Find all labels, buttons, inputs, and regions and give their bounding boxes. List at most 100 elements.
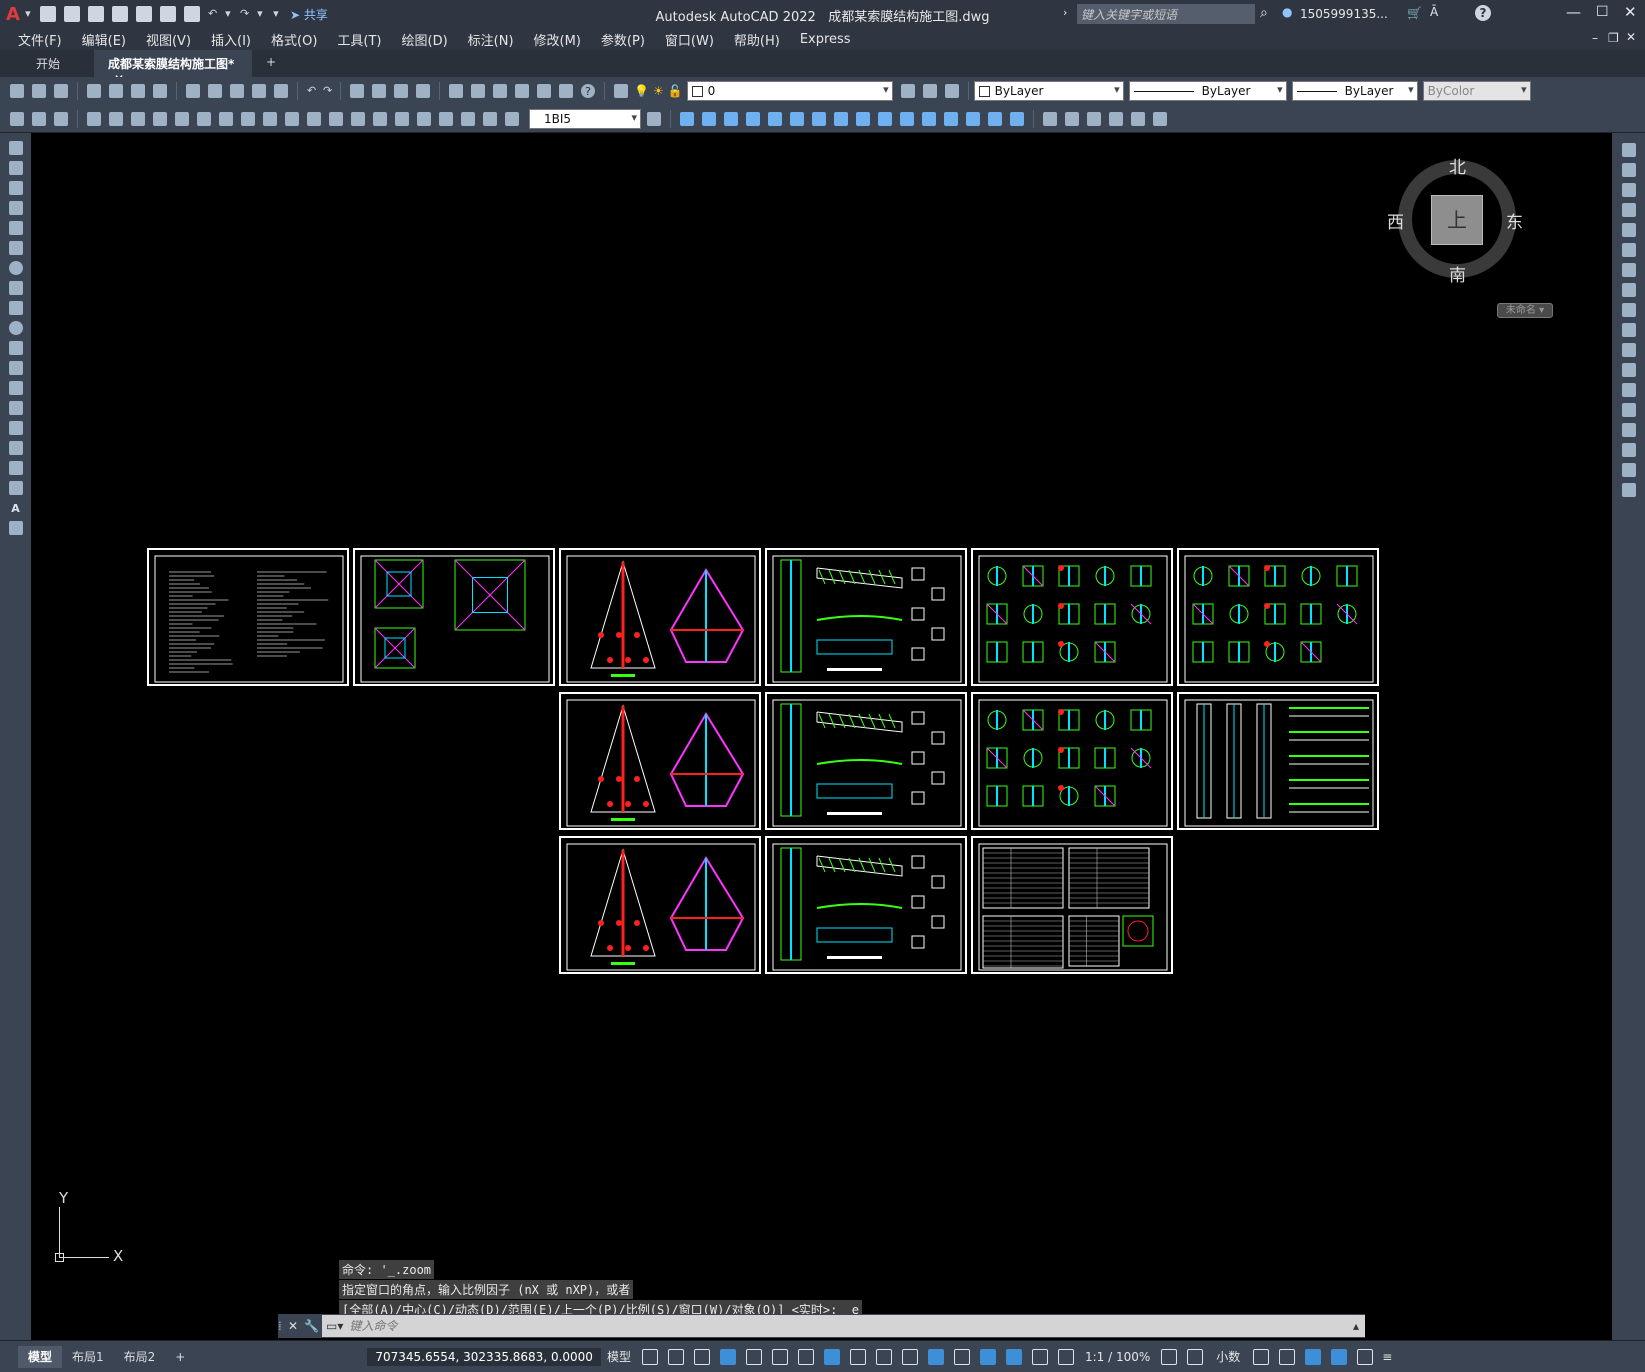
stretch-icon[interactable] [1621,303,1636,317]
menu-tools[interactable]: 工具(T) [327,30,391,49]
menu-help[interactable]: 帮助(H) [724,30,790,49]
grid-icon[interactable] [641,1348,658,1365]
preview-icon[interactable] [109,84,123,98]
explode-icon[interactable] [1010,111,1024,126]
drawing-sheet[interactable] [765,836,967,974]
annotation-visibility-icon[interactable] [1031,1348,1048,1365]
break-at-point-icon[interactable] [1621,363,1636,377]
jogged-linear-icon[interactable] [439,111,453,126]
jogged-dim-icon[interactable] [197,111,211,126]
isolate-objects-icon[interactable] [1305,1348,1322,1365]
tolerance-icon[interactable] [373,111,387,126]
pan-icon[interactable] [350,84,364,98]
inspection-icon[interactable] [417,111,431,126]
ellipse-arc-icon[interactable] [8,341,23,355]
customize-qat-icon[interactable]: ▾ [272,6,280,22]
search-input[interactable]: 键入关键字或短语 [1077,4,1255,24]
add-selected-icon[interactable] [8,521,23,535]
array-icon[interactable] [1621,223,1636,237]
properties-icon[interactable] [449,84,463,98]
linetype-combo[interactable]: ByLayer [1128,81,1287,101]
drawing-sheet[interactable] [971,692,1173,830]
drawing-sheet[interactable] [1177,692,1379,830]
tab-layout1[interactable]: 布局1 [62,1346,114,1368]
menu-dimension[interactable]: 标注(N) [458,30,524,49]
spline-icon[interactable] [8,301,23,315]
tool-palettes-icon[interactable] [493,84,507,98]
dimstyle-manager-icon[interactable] [647,111,661,126]
color-combo[interactable]: ByLayer [973,81,1124,101]
3d-print-icon[interactable] [153,84,167,98]
close-button[interactable]: ✕ [1624,3,1637,21]
viewcube-east[interactable]: 东 [1506,208,1523,233]
doc-minimize-button[interactable]: – [1592,31,1598,45]
menu-parametric[interactable]: 参数(P) [591,30,655,49]
menu-modify[interactable]: 修改(M) [524,30,591,49]
sheet-set-icon[interactable] [515,84,529,98]
continue-dim-icon[interactable] [307,111,321,126]
line-icon[interactable] [8,141,23,155]
move-icon[interactable] [790,111,804,126]
extend-icon[interactable] [900,111,914,126]
construction-line-icon[interactable] [8,161,23,175]
menu-express[interactable]: Express [790,32,861,47]
lineweight-icon[interactable] [849,1348,866,1365]
redo-icon[interactable]: ↷ [240,6,249,22]
infer-constraints-icon[interactable] [693,1348,710,1365]
center-mark-icon[interactable] [395,111,409,126]
annotation-scale[interactable]: 1:1 / 100% [1085,1350,1150,1364]
zoom-previous-icon[interactable] [416,84,430,98]
diameter-dim-icon[interactable] [219,111,233,126]
clean-screen-icon[interactable] [1357,1348,1374,1365]
command-close-icon[interactable]: ✕ [288,1319,304,1333]
osnap-icon[interactable] [823,1348,840,1365]
dim-update-icon[interactable] [505,111,519,126]
viewcube-west[interactable]: 西 [1387,208,1404,233]
autodesk-app-icon[interactable]: Ā [1430,5,1438,19]
ungroup-icon[interactable] [1087,111,1101,126]
wcs-menu[interactable]: 未命名 ▾ [1497,303,1553,318]
copy-icon[interactable] [208,84,222,98]
selection-cycling-icon[interactable] [901,1348,918,1365]
table-icon[interactable] [8,481,23,495]
chamfer-icon[interactable] [966,111,980,126]
region-icon[interactable] [8,461,23,475]
drawing-sheet[interactable] [353,548,555,686]
viewcube-top-face[interactable]: 上 [1431,195,1483,245]
linear-dim-icon[interactable] [87,111,101,126]
layer-properties-icon[interactable] [614,84,628,98]
dim-text-edit-icon[interactable] [483,111,497,126]
hardware-acceleration-icon[interactable] [1331,1348,1348,1365]
drawing-sheet[interactable] [559,836,761,974]
search-expand-icon[interactable]: › [1063,6,1067,19]
3d-osnap-icon[interactable] [927,1348,944,1365]
quick-properties-icon[interactable] [1253,1348,1270,1365]
save-icon[interactable] [54,84,68,98]
scale-icon[interactable] [1621,283,1636,297]
fillet-icon[interactable] [1621,443,1636,457]
join-icon[interactable] [1621,403,1636,417]
extend-icon[interactable] [1621,343,1636,357]
trim-icon[interactable] [1621,323,1636,337]
menu-edit[interactable]: 编辑(E) [72,30,136,49]
copy-object-icon[interactable] [702,111,716,126]
revcloud-icon[interactable] [8,281,23,295]
drawing-sheet[interactable] [765,548,967,686]
save-as-icon[interactable] [111,6,128,22]
menu-format[interactable]: 格式(O) [261,30,327,49]
command-recent-icon[interactable]: ▭▾ [326,1319,343,1333]
tab-model[interactable]: 模型 [18,1345,63,1368]
layer-on-icon[interactable]: 💡 [634,84,649,98]
layer-previous-icon[interactable] [922,84,937,98]
gradient-icon[interactable] [8,441,23,455]
drawing-sheet[interactable] [559,692,761,830]
isodraft-icon[interactable] [771,1348,788,1365]
rotate-icon[interactable] [1621,263,1636,277]
draworder-icon[interactable] [1043,111,1057,126]
scale-icon[interactable] [834,111,848,126]
cart-icon[interactable]: 🛒 [1407,6,1422,20]
offset-icon[interactable] [1621,203,1636,217]
offset-icon[interactable] [746,111,760,126]
tab-start[interactable]: 开始 [22,50,74,77]
drawing-sheet[interactable] [971,548,1173,686]
